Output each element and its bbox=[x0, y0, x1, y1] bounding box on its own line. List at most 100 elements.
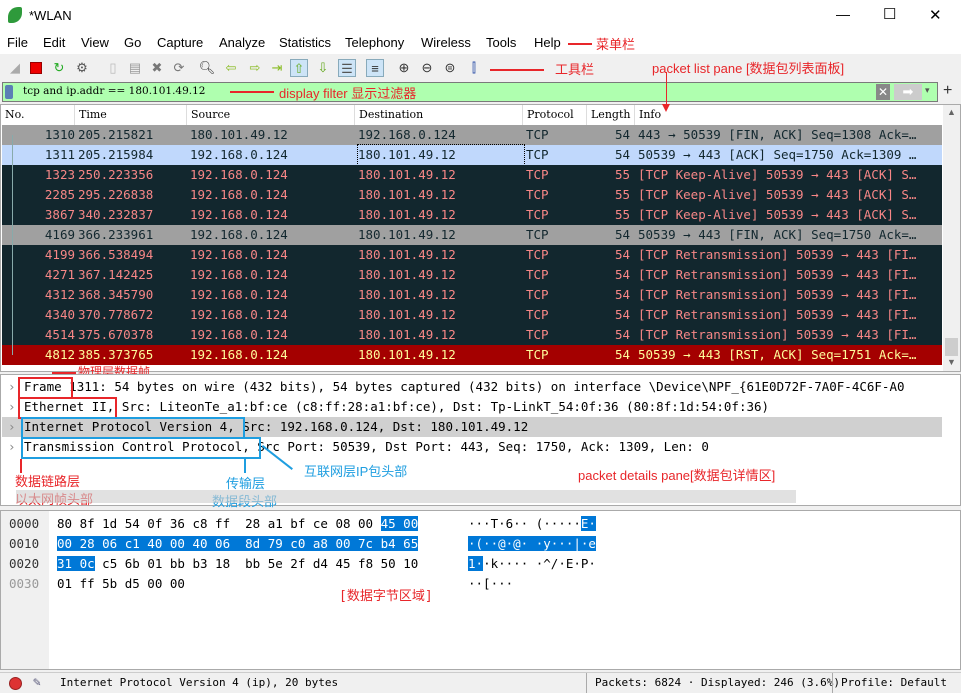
packet-row[interactable]: 4199 366.538494 192.168.0.124 180.101.49.12… bbox=[2, 245, 942, 265]
capture-options-icon[interactable]: ⚙ bbox=[73, 59, 91, 77]
apply-filter-icon[interactable]: ➡ bbox=[894, 84, 922, 100]
detail-tree-item[interactable]: › Ethernet II, Src: LiteonTe_a1:bf:ce (c8… bbox=[2, 397, 942, 417]
packet-row[interactable]: 4812 385.373765 192.168.0.124 180.101.49.12… bbox=[2, 345, 942, 365]
status-profile[interactable]: Profile: Default bbox=[832, 673, 947, 693]
annotation-arrow bbox=[568, 43, 592, 45]
column-header-source[interactable]: Source bbox=[187, 105, 355, 125]
column-header-destination[interactable]: Destination bbox=[355, 105, 523, 125]
stop-capture-icon[interactable] bbox=[27, 59, 45, 77]
scroll-up-icon[interactable]: ▲ bbox=[947, 107, 956, 117]
menu-analyze[interactable]: Analyze bbox=[219, 35, 265, 50]
go-back-icon[interactable]: ⇦ bbox=[222, 59, 240, 77]
expert-info-icon[interactable] bbox=[9, 677, 22, 690]
wireshark-logo-icon bbox=[8, 7, 22, 23]
ascii-highlight: 1· bbox=[468, 556, 484, 571]
detail-summary: , Src Port: 50539, Dst Port: 443, Seq: 1… bbox=[242, 439, 709, 454]
open-file-icon[interactable]: ▯ bbox=[104, 59, 122, 77]
go-forward-icon[interactable]: ⇨ bbox=[246, 59, 264, 77]
packet-cell-dst: 192.168.0.124 bbox=[358, 127, 456, 142]
packet-cell-no: 3867 bbox=[44, 207, 75, 222]
filter-dropdown-icon[interactable]: ▾ bbox=[925, 85, 930, 96]
last-packet-icon[interactable]: ⇩ bbox=[314, 59, 332, 77]
column-header-time[interactable]: Time bbox=[75, 105, 187, 125]
hex-highlight: 00 28 06 c1 40 00 40 06 8d 79 c0 a8 00 7… bbox=[57, 536, 419, 551]
offset-value: 0000 bbox=[9, 516, 40, 531]
colorize-icon[interactable]: ≡ bbox=[366, 59, 384, 77]
reload-file-icon[interactable]: ⟳ bbox=[170, 59, 188, 77]
maximize-button[interactable]: ☐ bbox=[883, 5, 896, 23]
expand-chevron-icon[interactable]: › bbox=[8, 437, 16, 457]
restart-capture-icon[interactable]: ↻ bbox=[50, 59, 68, 77]
save-file-icon[interactable]: ▤ bbox=[126, 59, 144, 77]
expand-chevron-icon[interactable]: › bbox=[8, 377, 16, 397]
packet-row[interactable]: 4340 370.778672 192.168.0.124 180.101.49.12… bbox=[2, 305, 942, 325]
packet-cell-proto: TCP bbox=[526, 247, 549, 262]
menu-view[interactable]: View bbox=[81, 35, 109, 50]
packet-cell-src: 192.168.0.124 bbox=[190, 307, 288, 322]
menu-tools[interactable]: Tools bbox=[486, 35, 516, 50]
resize-columns-icon[interactable]: ⫿ bbox=[465, 59, 483, 77]
find-packet-icon[interactable]: 🔍︎ bbox=[198, 59, 216, 77]
zoom-out-icon[interactable]: ⊖ bbox=[418, 59, 436, 77]
autoscroll-icon[interactable]: ☰ bbox=[338, 59, 356, 77]
window-title: *WLAN bbox=[29, 8, 72, 23]
add-filter-button-icon[interactable]: + bbox=[943, 82, 952, 100]
column-header-info[interactable]: Info bbox=[635, 105, 942, 125]
menu-edit[interactable]: Edit bbox=[43, 35, 65, 50]
menu-statistics[interactable]: Statistics bbox=[279, 35, 331, 50]
expand-chevron-icon[interactable]: › bbox=[8, 417, 16, 437]
go-to-packet-icon[interactable]: ⇥ bbox=[268, 59, 286, 77]
menu-wireless[interactable]: Wireless bbox=[421, 35, 471, 50]
packet-cell-time: 366.233961 bbox=[78, 227, 154, 242]
column-header-no[interactable]: No. bbox=[1, 105, 75, 125]
menu-bar: File Edit View Go Capture Analyze Statis… bbox=[0, 32, 961, 54]
shark-fin-start-icon[interactable]: ◢ bbox=[6, 59, 24, 77]
packet-cell-time: 205.215821 bbox=[78, 127, 154, 142]
close-button[interactable]: ✕ bbox=[929, 6, 942, 24]
packet-cell-no: 4812 bbox=[44, 347, 75, 362]
column-header-length[interactable]: Length bbox=[587, 105, 635, 125]
bookmark-icon[interactable] bbox=[5, 85, 13, 99]
packet-row[interactable]: 4271 367.142425 192.168.0.124 180.101.49.12… bbox=[2, 265, 942, 285]
packet-row[interactable]: 2285 295.226838 192.168.0.124 180.101.49.12… bbox=[2, 185, 942, 205]
capture-comment-icon[interactable]: ✎ bbox=[33, 673, 41, 693]
menu-telephony[interactable]: Telephony bbox=[345, 35, 404, 50]
column-header-protocol[interactable]: Protocol bbox=[523, 105, 587, 125]
packet-row[interactable]: 4514 375.670378 192.168.0.124 180.101.49.12… bbox=[2, 325, 942, 345]
ascii-highlight: ·(··@·@· ·y···|·e bbox=[468, 536, 596, 551]
packet-row[interactable]: 1310 205.215821 180.101.49.12 192.168.0.124… bbox=[2, 125, 942, 145]
packet-cell-len: 55 bbox=[614, 167, 630, 182]
expand-chevron-icon[interactable]: › bbox=[8, 397, 16, 417]
display-filter-input[interactable]: tcp and ip.addr == 180.101.49.12 bbox=[23, 85, 205, 97]
packet-cell-no: 1311 bbox=[44, 147, 75, 162]
byte-offset: 0010 bbox=[9, 535, 39, 553]
packet-cell-dst: 180.101.49.12 bbox=[358, 247, 456, 262]
packet-cell-len: 55 bbox=[614, 207, 630, 222]
clear-filter-icon[interactable]: ✕ bbox=[876, 84, 890, 100]
details-horizontal-scrollbar[interactable] bbox=[2, 489, 959, 504]
packet-cell-dst: 180.101.49.12 bbox=[358, 167, 456, 182]
zoom-in-icon[interactable]: ⊕ bbox=[395, 59, 413, 77]
scroll-down-icon[interactable]: ▼ bbox=[947, 357, 956, 367]
packet-list-scrollbar[interactable]: ▲ ▼ bbox=[943, 105, 960, 371]
packet-cell-dst: 180.101.49.12 bbox=[358, 347, 456, 362]
packet-row[interactable]: 1323 250.223356 192.168.0.124 180.101.49.12… bbox=[2, 165, 942, 185]
menu-help[interactable]: Help bbox=[534, 35, 561, 50]
packet-cell-len: 54 bbox=[614, 227, 630, 242]
packet-row[interactable]: 1311 205.215984 192.168.0.124 180.101.49.12… bbox=[2, 144, 942, 166]
packet-row[interactable]: 4312 368.345790 192.168.0.124 180.101.49.12… bbox=[2, 285, 942, 305]
menu-capture[interactable]: Capture bbox=[157, 35, 203, 50]
packet-cell-time: 375.670378 bbox=[78, 327, 154, 342]
menu-file[interactable]: File bbox=[7, 35, 28, 50]
close-file-icon[interactable]: ✖ bbox=[148, 59, 166, 77]
menu-go[interactable]: Go bbox=[124, 35, 141, 50]
packet-cell-dst: 180.101.49.12 bbox=[358, 207, 456, 222]
detail-tree-item[interactable]: › Frame 1311: 54 bytes on wire (432 bits)… bbox=[2, 377, 942, 397]
zoom-normal-icon[interactable]: ⊜ bbox=[441, 59, 459, 77]
scrollbar-thumb[interactable] bbox=[945, 338, 958, 356]
first-packet-icon[interactable]: ⇧ bbox=[290, 59, 308, 77]
packet-row[interactable]: 3867 340.232837 192.168.0.124 180.101.49.12… bbox=[2, 205, 942, 225]
packet-row[interactable]: 4169 366.233961 192.168.0.124 180.101.49.12… bbox=[2, 225, 942, 245]
minimize-button[interactable]: — bbox=[836, 6, 850, 22]
scrollbar-thumb[interactable] bbox=[16, 490, 796, 503]
